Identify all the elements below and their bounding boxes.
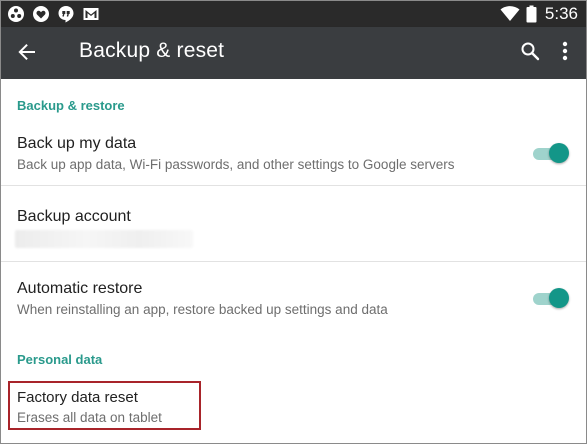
pref-summary: Erases all data on tablet: [17, 410, 162, 425]
wifi-icon: [500, 5, 520, 23]
settings-dots-icon: [7, 5, 25, 23]
search-icon: [520, 41, 540, 66]
pref-title: Backup account: [17, 208, 131, 225]
pref-summary: Back up app data, Wi-Fi passwords, and o…: [17, 157, 455, 172]
redacted-account-email: [15, 230, 193, 248]
pref-title: Back up my data: [17, 135, 137, 152]
toggle-thumb: [549, 143, 569, 163]
clock: 5:36: [544, 4, 578, 23]
pref-backup-my-data[interactable]: Back up my data Back up app data, Wi-Fi …: [1, 123, 586, 185]
page-title: Backup & reset: [79, 39, 225, 62]
heart-shield-icon: [32, 5, 50, 23]
pref-automatic-restore[interactable]: Automatic restore When reinstalling an a…: [1, 262, 586, 334]
overflow-menu-button[interactable]: [553, 40, 577, 66]
screen: 5:36 Backup & reset Backup & restore Bac…: [0, 0, 587, 444]
arrow-back-icon: [17, 42, 37, 67]
status-bar: 5:36: [1, 1, 586, 27]
hangouts-icon: [57, 5, 75, 23]
pref-backup-account[interactable]: Backup account: [1, 186, 586, 261]
notification-icons: [7, 5, 100, 23]
battery-icon: [526, 5, 537, 23]
overflow-menu-icon: [562, 41, 568, 66]
backup-data-toggle[interactable]: [531, 141, 569, 165]
pref-summary: When reinstalling an app, restore backed…: [17, 302, 388, 317]
automatic-restore-toggle[interactable]: [531, 286, 569, 310]
section-header-personal-data: Personal data: [17, 352, 103, 367]
back-button[interactable]: [13, 40, 41, 68]
pref-factory-data-reset[interactable]: Factory data reset Erases all data on ta…: [1, 379, 586, 439]
settings-list: Backup & restore Back up my data Back up…: [1, 79, 586, 443]
pref-title: Factory data reset: [17, 389, 138, 406]
search-button[interactable]: [517, 40, 543, 66]
pref-title: Automatic restore: [17, 280, 143, 297]
toggle-thumb: [549, 288, 569, 308]
section-header-backup-restore: Backup & restore: [17, 98, 125, 113]
system-icons: 5:36: [500, 4, 578, 24]
app-bar: Backup & reset: [1, 27, 586, 79]
gmail-icon: [82, 5, 100, 23]
